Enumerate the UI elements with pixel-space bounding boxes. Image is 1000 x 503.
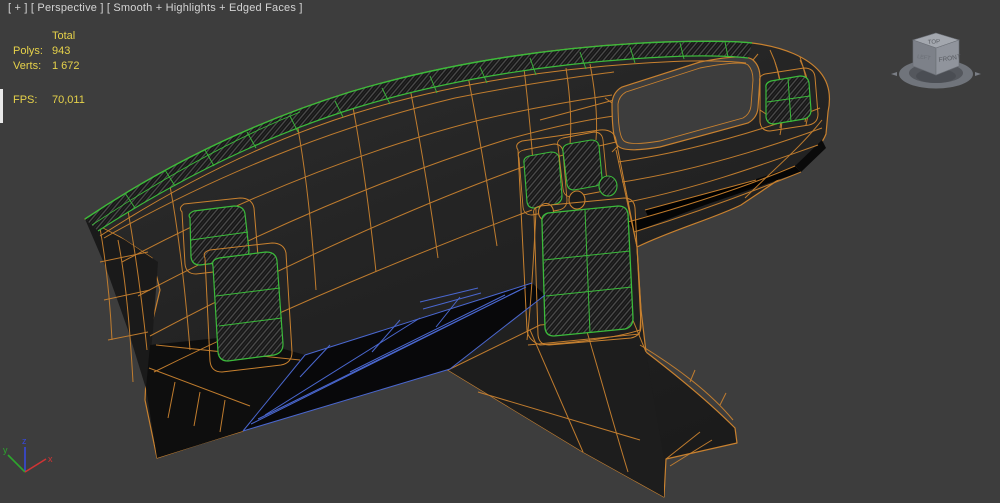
- console-vent-left[interactable]: [524, 152, 562, 208]
- stats-fps: FPS: 70,011: [13, 94, 37, 106]
- console-vent-right[interactable]: [563, 140, 602, 190]
- console-knob-3[interactable]: [599, 176, 617, 196]
- axis-x-label: x: [48, 454, 53, 464]
- stats-verts: Verts: 1 672: [13, 60, 41, 72]
- viewport[interactable]: z y x TOP FRONT LEFT [ + ] [ Perspective…: [0, 0, 1000, 503]
- viewport-label[interactable]: [ + ] [ Perspective ] [ Smooth + Highlig…: [8, 2, 303, 14]
- console-knob-2[interactable]: [569, 191, 585, 209]
- viewport-canvas[interactable]: z y x TOP FRONT LEFT: [0, 0, 1000, 503]
- stats-header: Total: [52, 30, 75, 42]
- axis-y-label: y: [3, 445, 8, 455]
- left-edge-artifact: [0, 89, 3, 123]
- stats-polys: Polys: 943: [13, 45, 43, 57]
- viewcube-top-label[interactable]: TOP: [928, 39, 941, 46]
- axis-z-label: z: [22, 436, 27, 446]
